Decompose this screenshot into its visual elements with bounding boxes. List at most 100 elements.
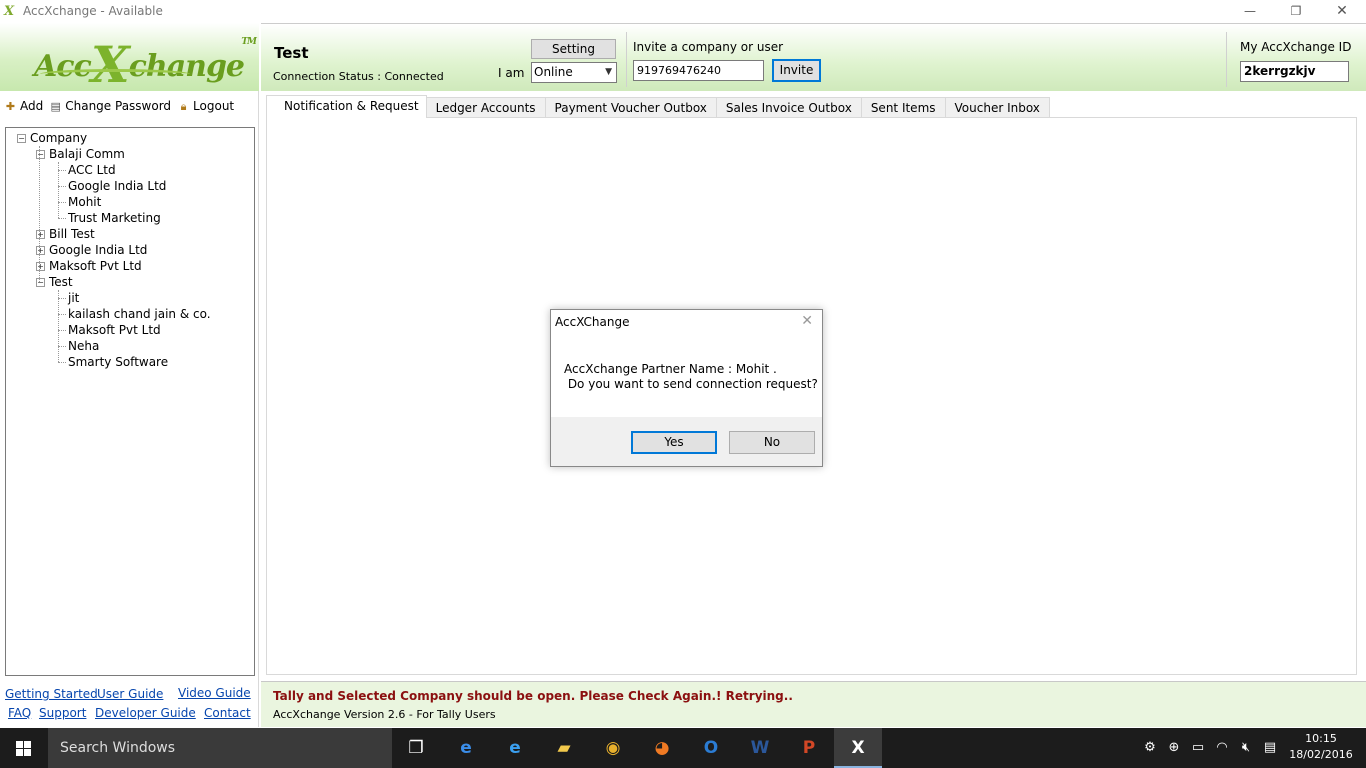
tree-node-label: Bill Test (49, 227, 95, 241)
tree-leaf-item[interactable]: Mohit (6, 194, 254, 210)
tree-node-label: Test (49, 275, 73, 289)
tray-app-icon[interactable]: ⚙ (1140, 728, 1160, 768)
tree-node-label: Google India Ltd (68, 179, 167, 193)
tree-node-label: Balaji Comm (49, 147, 125, 161)
tree-root-company[interactable]: − Company (6, 130, 254, 146)
tree-group-item[interactable]: − Balaji Comm (6, 146, 254, 162)
tab-voucher-inbox[interactable]: Voucher Inbox (944, 97, 1050, 118)
change-password-button[interactable]: ▤ Change Password (49, 99, 172, 113)
battery-icon[interactable]: ▭ (1188, 728, 1208, 768)
word-icon[interactable]: W (736, 728, 784, 768)
setting-button[interactable]: Setting (531, 39, 616, 59)
tree-group-item[interactable]: + Google India Ltd (6, 242, 254, 258)
taskbar-clock[interactable]: 10:15 18/02/2016 (1286, 731, 1356, 763)
powerpoint-icon[interactable]: P (785, 728, 833, 768)
collapse-icon[interactable]: − (36, 278, 45, 287)
tree-leaf-item[interactable]: Trust Marketing (6, 210, 254, 226)
video-guide-link[interactable]: Video Guide (178, 686, 251, 700)
tree-node-label: Smarty Software (68, 355, 169, 369)
developer-guide-link[interactable]: Developer Guide (95, 706, 196, 720)
user-guide-link[interactable]: User Guide (97, 687, 163, 701)
file-explorer-icon[interactable]: ▰ (540, 728, 588, 768)
task-view-icon[interactable]: ❐ (392, 728, 440, 768)
network-status-icon[interactable]: ⊕ (1164, 728, 1184, 768)
tree-connector (58, 186, 66, 187)
windows-logo-icon (16, 741, 32, 756)
tree-group-item[interactable]: − Test (6, 274, 254, 290)
document-key-icon: ▤ (50, 99, 61, 113)
tree-leaf-item[interactable]: kailash chand jain & co. (6, 306, 254, 322)
add-button[interactable]: ✚ Add (4, 99, 43, 113)
start-button[interactable] (0, 728, 48, 768)
expand-icon[interactable]: + (36, 230, 45, 239)
taskbar: Search Windows ❐ e e ▰ ◉ ◕ O W P X ⚙ ⊕ ▭ ◠ 🔇︎ ▤ 1… (0, 728, 1366, 768)
wifi-icon[interactable]: ◠ (1212, 728, 1232, 768)
tab-payment-voucher-outbox[interactable]: Payment Voucher Outbox (544, 97, 717, 118)
yes-button[interactable]: Yes (631, 431, 717, 454)
tree-connector (58, 330, 66, 331)
expand-icon[interactable]: + (36, 246, 45, 255)
tab-notification-request[interactable]: Notification & Request (266, 95, 427, 118)
status-bar: Tally and Selected Company should be ope… (261, 681, 1366, 727)
tree-leaf-item[interactable]: Neha (6, 338, 254, 354)
minimize-button[interactable]: — (1227, 0, 1273, 23)
edge-icon[interactable]: e (442, 728, 490, 768)
tree-leaf-item[interactable]: Google India Ltd (6, 178, 254, 194)
tree-leaf-item[interactable]: jit (6, 290, 254, 306)
warning-message: Tally and Selected Company should be ope… (273, 689, 793, 703)
logout-button[interactable]: 🔒︎ Logout (177, 99, 235, 113)
invite-button[interactable]: Invite (772, 59, 821, 82)
left-panel: AccXchange TM ✚ Add ▤ Change Password 🔒︎ … (0, 23, 259, 727)
tab-sales-invoice-outbox[interactable]: Sales Invoice Outbox (715, 97, 862, 118)
i-am-label: I am (498, 66, 525, 80)
status-select[interactable]: Online ▼ (531, 62, 617, 83)
expand-icon[interactable]: + (36, 262, 45, 271)
outlook-icon[interactable]: O (687, 728, 735, 768)
dialog-title: AccXChange (555, 315, 630, 329)
add-icon: ✚ (5, 99, 16, 113)
tab-sent-items[interactable]: Sent Items (860, 97, 946, 118)
tree-node-label: Trust Marketing (68, 211, 161, 225)
faq-link[interactable]: FAQ (8, 706, 31, 720)
firefox-icon[interactable]: ◕ (638, 728, 686, 768)
action-center-icon[interactable]: ▤ (1260, 728, 1280, 768)
tree-leaf-item[interactable]: Maksoft Pvt Ltd (6, 322, 254, 338)
tree-connector (58, 170, 66, 171)
chevron-down-icon: ▼ (605, 67, 612, 77)
taskbar-search[interactable]: Search Windows (48, 728, 392, 768)
collapse-icon[interactable]: − (17, 134, 26, 143)
clock-date: 18/02/2016 (1289, 748, 1353, 761)
help-links: Getting Started User Guide Video Guide F… (0, 683, 259, 727)
company-title: Test (274, 44, 309, 62)
getting-started-link[interactable]: Getting Started (5, 687, 98, 701)
tree-node-label: Maksoft Pvt Ltd (49, 259, 142, 273)
contact-link[interactable]: Contact (204, 706, 251, 720)
tree-node-label: Google India Ltd (49, 243, 148, 257)
dialog-close-icon[interactable]: ✕ (801, 313, 813, 329)
my-id-field[interactable]: 2kerrgzkjv (1240, 61, 1349, 82)
tree-leaf-item[interactable]: ACC Ltd (6, 162, 254, 178)
tree-connector (39, 146, 40, 282)
accxchange-icon[interactable]: X (834, 728, 882, 768)
no-button[interactable]: No (729, 431, 815, 454)
window-title-bar: X AccXchange - Available — ❐ ✕ (0, 0, 1366, 23)
tree-connector (58, 218, 66, 219)
confirm-dialog: AccXChange ✕ AccXchange Partner Name : M… (550, 309, 823, 467)
tree-leaf-item[interactable]: Smarty Software (6, 354, 254, 370)
company-tree[interactable]: − Company − Balaji Comm ACC Ltd Google India … (5, 127, 255, 676)
close-button[interactable]: ✕ (1319, 0, 1365, 23)
maximize-button[interactable]: ❐ (1273, 0, 1319, 23)
tree-group-item[interactable]: + Maksoft Pvt Ltd (6, 258, 254, 274)
dialog-message-line1: AccXchange Partner Name : Mohit . (564, 362, 777, 376)
invite-input[interactable]: 919769476240 (633, 60, 764, 81)
tree-node-label: jit (68, 291, 80, 305)
collapse-icon[interactable]: − (36, 150, 45, 159)
volume-icon[interactable]: 🔇︎ (1236, 728, 1256, 768)
tree-group-item[interactable]: + Bill Test (6, 226, 254, 242)
chrome-icon[interactable]: ◉ (589, 728, 637, 768)
support-link[interactable]: Support (39, 706, 86, 720)
internet-explorer-icon[interactable]: e (491, 728, 539, 768)
invite-label: Invite a company or user (633, 40, 784, 54)
tab-ledger-accounts[interactable]: Ledger Accounts (425, 97, 546, 118)
tree-node-label: Mohit (68, 195, 102, 209)
